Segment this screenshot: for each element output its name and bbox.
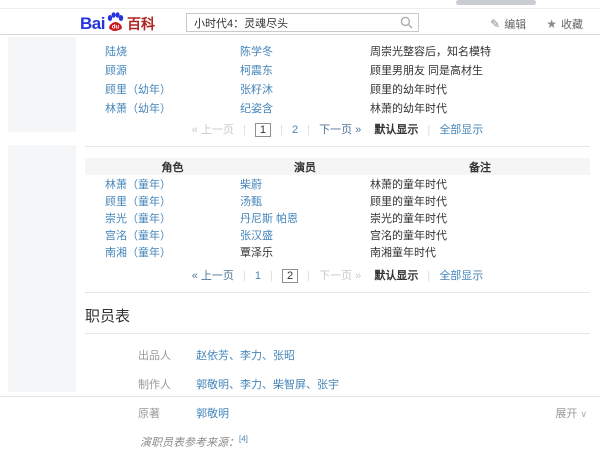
expand-button[interactable]: 展开 ∨ bbox=[555, 407, 587, 421]
actor-link[interactable]: 张汉盛 bbox=[240, 230, 273, 242]
actor-link[interactable]: 柴蔚 bbox=[240, 179, 262, 191]
expand-label: 展开 bbox=[555, 408, 578, 420]
actor-link[interactable]: 张籽沐 bbox=[240, 84, 273, 96]
staff-row-producer: 出品人 赵依芳、李力、张昭 bbox=[85, 349, 590, 363]
actor-link[interactable]: 纪姿含 bbox=[240, 103, 273, 115]
left-gray-panel-bottom bbox=[8, 145, 76, 392]
column-header-role: 角色 bbox=[161, 161, 184, 174]
column-header-actor: 演员 bbox=[294, 161, 316, 174]
note-text: 林萧的童年时代 bbox=[370, 178, 447, 191]
staff-section-title: 职员表 bbox=[85, 308, 131, 325]
default-display-label: 默认显示 bbox=[374, 124, 419, 136]
table-row: 崇光（童年） 丹尼斯 帕恩 崇光的童年时代 bbox=[85, 209, 590, 226]
table-row: 宫洺（童年） 张汉盛 宫洺的童年时代 bbox=[85, 226, 590, 243]
search-box bbox=[186, 13, 419, 32]
prev-page-link[interactable]: « 上一页 bbox=[192, 270, 234, 282]
actor-link[interactable]: 柯震东 bbox=[240, 65, 273, 77]
next-page-link: 下一页 » bbox=[319, 270, 362, 282]
pagination-table1: « 上一页 | 1 | 2 | 下一页 » 默认显示 | 全部显示 bbox=[191, 123, 484, 137]
favorite-label: 收藏 bbox=[561, 19, 583, 31]
bottom-divider bbox=[0, 396, 600, 397]
cast-table-page1: 陆烧 陈学冬 周崇光整容后，知名模特 顾源 柯震东 顾里男朋友 同是高材生 顾里… bbox=[85, 35, 590, 117]
role-link[interactable]: 南湘（童年） bbox=[105, 247, 171, 259]
table-row: 林萧（童年） 柴蔚 林萧的童年时代 bbox=[85, 175, 590, 192]
chevron-down-icon: ∨ bbox=[580, 409, 587, 419]
table-row: 南湘（童年） 覃泽乐 南湘童年时代 bbox=[85, 243, 590, 260]
section-divider bbox=[85, 146, 590, 147]
pagination-table2: « 上一页 | 1 | 2 | 下一页 » 默认显示 | 全部显示 bbox=[191, 269, 484, 283]
baidu-paw-icon: du bbox=[105, 11, 126, 34]
table-row: 顾源 柯震东 顾里男朋友 同是高材生 bbox=[85, 60, 590, 79]
note-text: 南湘童年时代 bbox=[370, 246, 436, 259]
reference-note: 演职员表参考来源：[4] bbox=[85, 434, 590, 450]
main-content: 陆烧 陈学冬 周崇光整容后，知名模特 顾源 柯震东 顾里男朋友 同是高材生 顾里… bbox=[85, 35, 590, 450]
reference-note-text: 演职员表参考来源： bbox=[140, 437, 239, 449]
logo-baike-text: 百科 bbox=[126, 15, 155, 32]
edit-label: 编辑 bbox=[504, 19, 527, 31]
note-text: 崇光的童年时代 bbox=[370, 212, 447, 225]
page-2-link[interactable]: 2 bbox=[292, 124, 298, 136]
note-text: 周崇光整容后，知名模特 bbox=[370, 45, 491, 58]
section-divider bbox=[85, 292, 590, 293]
note-text: 顾里的幼年时代 bbox=[370, 83, 447, 96]
show-all-link[interactable]: 全部显示 bbox=[439, 124, 483, 136]
role-link[interactable]: 林萧（幼年） bbox=[105, 103, 171, 115]
role-link[interactable]: 崇光（童年） bbox=[105, 213, 171, 225]
actor-text: 覃泽乐 bbox=[240, 246, 273, 259]
actor-link[interactable]: 汤甄 bbox=[240, 196, 262, 208]
staff-label: 制作人 bbox=[138, 379, 171, 391]
column-header-note: 备注 bbox=[469, 161, 491, 174]
note-text: 顾里的童年时代 bbox=[370, 195, 447, 208]
staff-names-link[interactable]: 郭敬明、李力、柴智屏、张宇 bbox=[196, 379, 339, 391]
role-link[interactable]: 顾源 bbox=[105, 65, 127, 77]
cast-table-page2: 角色 演员 备注 林萧（童年） 柴蔚 林萧的童年时代 顾里（童年） 汤甄 顾里的… bbox=[85, 158, 590, 260]
role-link[interactable]: 宫洺（童年） bbox=[105, 230, 171, 242]
title-underline bbox=[85, 333, 590, 334]
staff-names-link[interactable]: 郭敬明 bbox=[196, 408, 229, 420]
reference-citation-link[interactable]: [4] bbox=[239, 434, 248, 443]
pencil-icon: ✎ bbox=[490, 17, 501, 31]
staff-row-maker: 制作人 郭敬明、李力、柴智屏、张宇 bbox=[85, 378, 590, 392]
search-input[interactable] bbox=[187, 16, 400, 29]
logo-du-text: du bbox=[112, 25, 120, 31]
table-row: 顾里（童年） 汤甄 顾里的童年时代 bbox=[85, 192, 590, 209]
search-icon[interactable] bbox=[400, 16, 413, 29]
note-text: 宫洺的童年时代 bbox=[370, 229, 447, 242]
page-2-current: 2 bbox=[281, 269, 299, 283]
top-navbar: Bai du 百科 ✎ 编辑 ★ 收藏 bbox=[0, 8, 600, 35]
header-actions: ✎ 编辑 ★ 收藏 bbox=[490, 16, 600, 32]
staff-label: 原著 bbox=[138, 408, 160, 420]
page-1-link[interactable]: 1 bbox=[255, 270, 261, 282]
next-page-link[interactable]: 下一页 » bbox=[319, 124, 361, 136]
left-gray-panel-top bbox=[8, 37, 76, 132]
actor-link[interactable]: 丹尼斯 帕恩 bbox=[240, 213, 298, 225]
note-text: 顾里男朋友 同是高材生 bbox=[370, 64, 484, 77]
actor-link[interactable]: 陈学冬 bbox=[240, 46, 273, 58]
note-text: 林萧的幼年时代 bbox=[370, 102, 447, 115]
edit-button[interactable]: ✎ 编辑 bbox=[490, 16, 526, 32]
role-link[interactable]: 顾里（童年） bbox=[105, 196, 171, 208]
staff-label: 出品人 bbox=[138, 350, 171, 362]
staff-row-original-author: 原著 郭敬明 展开 ∨ bbox=[85, 407, 590, 421]
prev-page-link: « 上一页 bbox=[191, 124, 234, 136]
page-1-current: 1 bbox=[254, 123, 271, 137]
table-row: 林萧（幼年） 纪姿含 林萧的幼年时代 bbox=[85, 98, 590, 117]
table-header-row: 角色 演员 备注 bbox=[85, 158, 590, 175]
favorite-button[interactable]: ★ 收藏 bbox=[546, 16, 583, 32]
baidu-baike-logo[interactable]: Bai du 百科 bbox=[80, 12, 155, 35]
role-link[interactable]: 林萧（童年） bbox=[105, 179, 171, 191]
star-icon: ★ bbox=[546, 17, 557, 31]
role-link[interactable]: 陆烧 bbox=[105, 46, 127, 58]
table-row: 顾里（幼年） 张籽沐 顾里的幼年时代 bbox=[85, 79, 590, 98]
scrollbar-remnant[interactable] bbox=[456, 0, 536, 5]
show-all-link[interactable]: 全部显示 bbox=[439, 270, 483, 282]
role-link[interactable]: 顾里（幼年） bbox=[105, 84, 171, 96]
logo-bai-text: Bai bbox=[80, 13, 105, 33]
table-row: 陆烧 陈学冬 周崇光整容后，知名模特 bbox=[85, 41, 590, 60]
staff-names-link[interactable]: 赵依芳、李力、张昭 bbox=[196, 350, 295, 362]
default-display-label: 默认显示 bbox=[374, 270, 419, 282]
